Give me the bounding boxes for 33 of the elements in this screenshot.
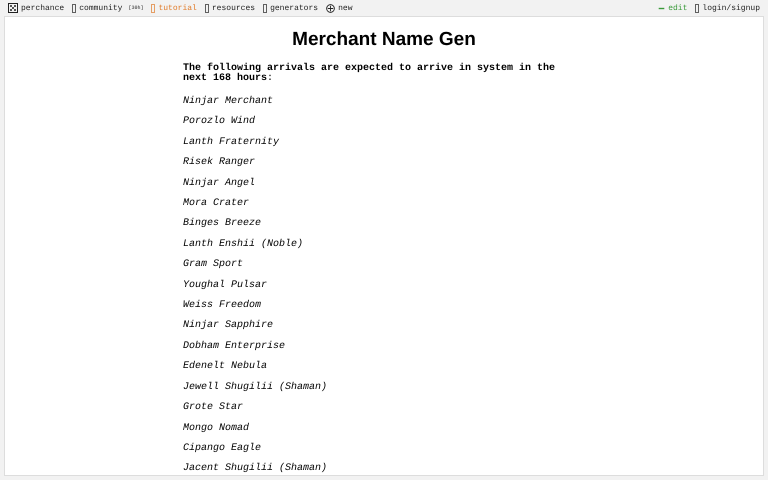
arrival-name: Binges Breeze bbox=[183, 216, 262, 232]
arrival-name: Ninjar Angel bbox=[183, 176, 256, 191]
box-icon bbox=[72, 4, 76, 12]
box-icon bbox=[151, 4, 156, 12]
arrival-name: Lanth Enshii (Noble) bbox=[183, 238, 304, 252]
nav-link[interactable]: login/signup bbox=[695, 4, 760, 12]
page-title: Merchant Name Gen bbox=[291, 29, 477, 51]
box-icon bbox=[204, 4, 209, 12]
arrival-name: Weiss Freedom bbox=[183, 298, 262, 314]
arrival-name: Ninjar Sapphire bbox=[183, 318, 274, 334]
arrival-name: Mongo Nomad bbox=[183, 422, 250, 436]
arrival-name: Gram Sport bbox=[183, 258, 244, 272]
arrival-name: Grote Star bbox=[183, 401, 244, 416]
arrival-name: Ninjar Merchant bbox=[183, 94, 274, 109]
arrival-name: Jacent Shugilii (Shaman) bbox=[183, 462, 328, 475]
nav-link[interactable]: perchance bbox=[8, 3, 64, 13]
arrival-name: Porozlo Wind bbox=[183, 114, 256, 130]
arrival-name: Cipango Eagle bbox=[183, 442, 262, 456]
arrival-name: Mora Crater bbox=[183, 197, 250, 212]
arrival-name: Risek Ranger bbox=[183, 156, 256, 170]
plus-icon bbox=[326, 4, 336, 12]
dice-icon bbox=[8, 3, 18, 13]
box-icon bbox=[263, 4, 268, 12]
box-icon bbox=[695, 4, 700, 12]
arrival-name: Youghal Pulsar bbox=[183, 278, 268, 293]
nav-link[interactable]: generators bbox=[263, 4, 318, 12]
arrival-name: Lanth Fraternity bbox=[183, 136, 280, 150]
intro-text: The following arrivals are expected to arrive in system in the next 168 hours: bbox=[183, 64, 556, 84]
arrival-name: Edenelt Nebula bbox=[183, 360, 268, 374]
nav-link[interactable]: resources bbox=[204, 4, 256, 12]
arrival-name: Dobham Enterprise bbox=[183, 340, 286, 354]
arrival-name: Jewell Shugilii (Shaman) bbox=[183, 380, 328, 395]
nav-link[interactable]: new bbox=[326, 4, 352, 12]
